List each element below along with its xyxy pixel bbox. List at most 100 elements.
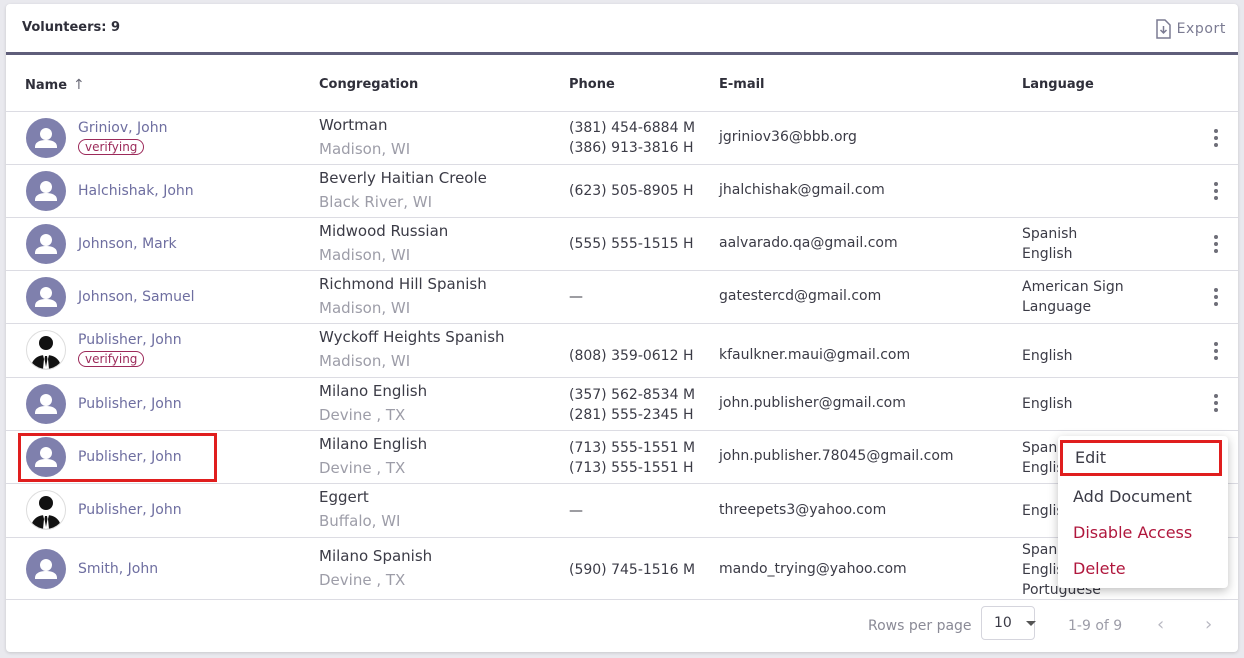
email-value: john.publisher.78045@gmail.com (719, 448, 954, 464)
card-header: Volunteers: 9 Export (6, 4, 1238, 55)
next-page-icon[interactable]: › (1205, 614, 1212, 635)
table-header: Name ↑ Congregation Phone E-mail Languag… (6, 55, 1238, 112)
congregation-location: Devine , TX (319, 406, 406, 424)
volunteer-name-link[interactable]: Publisher, John (78, 332, 182, 348)
language-value: Language (1022, 299, 1092, 315)
avatar-photo (26, 490, 66, 530)
person-icon (35, 559, 57, 579)
phone-primary: — (569, 503, 583, 519)
table-row[interactable]: Griniov, John verifying Wortman Madison,… (6, 111, 1238, 165)
table-footer: Rows per page 10 1-9 of 9 ‹ › (6, 600, 1238, 652)
phone-primary: (623) 505-8905 H (569, 183, 694, 199)
avatar (26, 277, 66, 317)
congregation-location: Madison, WI (319, 299, 411, 317)
person-icon (35, 128, 57, 148)
column-header-language: Language (1022, 77, 1094, 92)
phone-primary: (713) 555-1551 M (569, 440, 696, 456)
table-row[interactable]: Publisher, John Milano English Devine , … (6, 377, 1238, 431)
phone-secondary: (386) 913-3816 H (569, 140, 694, 156)
congregation-name: Milano English (319, 382, 428, 400)
highlight-box (18, 433, 217, 482)
person-icon (35, 181, 57, 201)
status-badge: verifying (78, 351, 145, 367)
column-name-label: Name (25, 77, 68, 93)
email-value: threepets3@yahoo.com (719, 502, 887, 518)
phone-primary: (555) 555-1515 H (569, 236, 694, 252)
congregation-name: Beverly Haitian Creole (319, 169, 487, 187)
page-title: Volunteers: 9 (22, 20, 121, 35)
avatar (26, 171, 66, 211)
chevron-down-icon (1025, 620, 1036, 626)
menu-item-disable-access[interactable]: Disable Access (1058, 515, 1228, 551)
column-header-email: E-mail (719, 77, 765, 92)
table-row[interactable]: Publisher, John Eggert Buffalo, WI — thr… (6, 483, 1238, 538)
menu-item-add-document[interactable]: Add Document (1058, 479, 1228, 515)
avatar (26, 549, 66, 589)
person-icon (35, 234, 57, 254)
phone-primary: (381) 454-6884 M (569, 120, 696, 136)
congregation-location: Madison, WI (319, 352, 411, 370)
person-silhouette-icon (31, 336, 61, 369)
language-value: English (1022, 246, 1073, 262)
table-row[interactable]: Johnson, Samuel Richmond Hill Spanish Ma… (6, 270, 1238, 324)
row-actions-icon[interactable] (1206, 393, 1226, 413)
row-actions-icon[interactable] (1206, 128, 1226, 148)
table-row[interactable]: Johnson, Mark Midwood Russian Madison, W… (6, 217, 1238, 271)
congregation-location: Buffalo, WI (319, 512, 401, 530)
person-icon (35, 394, 57, 414)
language-value: English (1022, 396, 1073, 412)
email-value: john.publisher@gmail.com (719, 395, 906, 411)
row-actions-icon[interactable] (1206, 181, 1226, 201)
row-actions-icon[interactable] (1206, 287, 1226, 307)
email-value: jhalchishak@gmail.com (719, 182, 885, 198)
prev-page-icon[interactable]: ‹ (1157, 614, 1164, 635)
row-context-menu: Edit Add Document Disable Access Delete (1058, 436, 1228, 588)
volunteer-name-link[interactable]: Publisher, John (78, 396, 182, 412)
sort-ascending-icon[interactable]: ↑ (73, 77, 85, 93)
avatar-photo (26, 330, 66, 370)
phone-secondary: (281) 555-2345 H (569, 407, 694, 423)
congregation-location: Madison, WI (319, 246, 411, 264)
volunteer-name-link[interactable]: Smith, John (78, 561, 158, 577)
phone-secondary: (713) 555-1551 H (569, 460, 694, 476)
person-icon (35, 287, 57, 307)
language-value: American Sign (1022, 279, 1124, 295)
volunteer-name-link[interactable]: Halchishak, John (78, 183, 194, 199)
person-silhouette-icon (31, 496, 61, 529)
email-value: aalvarado.qa@gmail.com (719, 235, 898, 251)
column-header-phone: Phone (569, 77, 615, 92)
congregation-name: Wyckoff Heights Spanish (319, 328, 505, 346)
export-icon (1155, 19, 1171, 39)
row-actions-icon[interactable] (1206, 341, 1226, 361)
status-badge: verifying (78, 139, 145, 155)
language-value: Spanish (1022, 226, 1078, 242)
congregation-name: Milano Spanish (319, 547, 433, 565)
phone-primary: (590) 745-1516 M (569, 562, 696, 578)
volunteer-name-link[interactable]: Johnson, Samuel (78, 289, 195, 305)
menu-item-edit[interactable]: Edit (1060, 440, 1222, 476)
volunteer-name-link[interactable]: Johnson, Mark (78, 236, 177, 252)
volunteer-name-link[interactable]: Griniov, John (78, 120, 167, 136)
email-value: jgriniov36@bbb.org (719, 129, 857, 145)
row-actions-icon[interactable] (1206, 234, 1226, 254)
avatar (26, 384, 66, 424)
export-button[interactable]: Export (1155, 16, 1226, 42)
congregation-location: Devine , TX (319, 459, 406, 477)
phone-primary: (357) 562-8534 M (569, 387, 696, 403)
phone-primary: — (569, 289, 583, 305)
congregation-location: Devine , TX (319, 571, 406, 589)
volunteer-name-link[interactable]: Publisher, John (78, 502, 182, 518)
table-row[interactable]: Smith, John Milano Spanish Devine , TX (… (6, 537, 1238, 600)
column-header-congregation: Congregation (319, 77, 419, 92)
rows-per-page-select[interactable]: 10 (981, 606, 1036, 640)
language-value: English (1022, 348, 1073, 364)
avatar (26, 224, 66, 264)
table-row[interactable]: Publisher, John verifying Wyckoff Height… (6, 323, 1238, 378)
email-value: mando_trying@yahoo.com (719, 561, 907, 577)
congregation-name: Midwood Russian (319, 222, 449, 240)
menu-item-delete[interactable]: Delete (1058, 551, 1228, 587)
congregation-name: Richmond Hill Spanish (319, 275, 487, 293)
email-value: gatestercd@gmail.com (719, 288, 882, 304)
column-header-name[interactable]: Name ↑ (25, 77, 85, 93)
table-row[interactable]: Halchishak, John Beverly Haitian Creole … (6, 164, 1238, 218)
